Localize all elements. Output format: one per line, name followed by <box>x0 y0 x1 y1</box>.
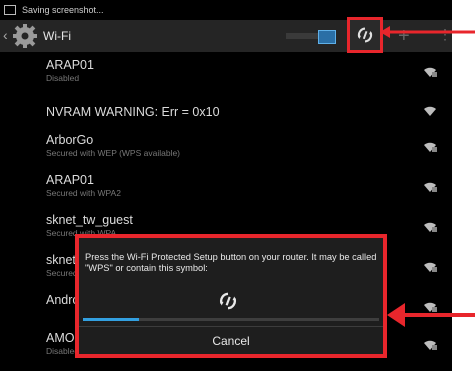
network-row[interactable]: ARAP01 Disabled <box>0 52 452 92</box>
status-bar: Saving screenshot... <box>0 0 452 20</box>
settings-gear-icon[interactable] <box>12 23 38 49</box>
wifi-locked-signal-icon <box>424 182 437 192</box>
wps-icon <box>357 27 373 43</box>
wifi-signal-icon <box>424 106 436 116</box>
cancel-button[interactable]: Cancel <box>79 327 383 354</box>
network-status: Secured with WEP (WPS available) <box>46 148 181 158</box>
network-name: sknet_tw_guest <box>46 213 133 227</box>
android-screen: Saving screenshot... ‹ Wi-Fi + ⋮ ARAP01 D… <box>0 0 452 371</box>
wps-button[interactable] <box>347 17 383 53</box>
network-status: Secured with WPA2 <box>46 188 121 198</box>
wps-progress-bar <box>83 318 379 321</box>
network-name: ArborGo <box>46 133 94 147</box>
wifi-locked-signal-icon <box>424 142 437 152</box>
wifi-locked-signal-icon <box>424 67 437 77</box>
annotation-arrow-top <box>380 26 475 38</box>
annotation-arrow-bottom <box>387 303 475 327</box>
network-name: ARAP01 <box>46 58 94 72</box>
screenshot-icon <box>4 5 16 15</box>
network-row[interactable]: ARAP01 Secured with WPA2 <box>0 167 452 207</box>
wifi-toggle-switch[interactable] <box>318 30 336 44</box>
wifi-locked-signal-icon <box>424 222 437 232</box>
wifi-locked-signal-icon <box>424 262 437 272</box>
status-text: Saving screenshot... <box>22 5 104 15</box>
page-title: Wi-Fi <box>43 29 71 43</box>
wps-progress-fill <box>83 318 140 321</box>
network-name: ARAP01 <box>46 173 94 187</box>
wifi-locked-signal-icon <box>424 340 437 350</box>
network-name: sknet <box>46 253 76 267</box>
network-status: Secured <box>46 268 78 278</box>
wps-dialog: Press the Wi-Fi Protected Setup button o… <box>75 234 387 358</box>
wps-dialog-message: Press the Wi-Fi Protected Setup button o… <box>85 252 377 273</box>
network-name: NVRAM WARNING: Err = 0x10 <box>46 105 220 119</box>
network-name: AMO <box>46 331 75 345</box>
back-chevron-icon[interactable]: ‹ <box>3 27 8 43</box>
network-row[interactable]: NVRAM WARNING: Err = 0x10 <box>0 89 452 129</box>
network-status: Disabled <box>46 73 80 83</box>
wps-symbol-icon <box>219 292 237 310</box>
wifi-toggle-track[interactable] <box>286 33 318 39</box>
network-row[interactable]: ArborGo Secured with WEP (WPS available) <box>0 127 452 167</box>
